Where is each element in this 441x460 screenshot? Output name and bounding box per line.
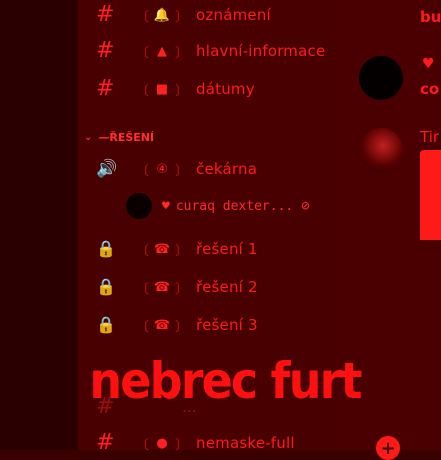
hash-icon: # bbox=[96, 2, 115, 27]
calendar-icon: ■ bbox=[155, 81, 169, 97]
bracket-close-icon: 〕 bbox=[175, 243, 189, 259]
hash-icon: # bbox=[96, 76, 115, 101]
channel-label: dátumy bbox=[196, 80, 255, 98]
channel-label: řešení 3 bbox=[196, 316, 258, 334]
channel-reseni-2[interactable]: 🔒 〔 ☎ 〕 řešení 2 bbox=[96, 272, 258, 302]
overlay-caption: nebrec furt bbox=[89, 352, 362, 410]
alert-icon: ▲ bbox=[157, 43, 168, 59]
bracket-open-icon: 〔 bbox=[136, 243, 150, 259]
bracket-open-icon: 〔 bbox=[136, 9, 150, 25]
channel-datumy[interactable]: # 〔 ■ 〕 dátumy bbox=[96, 74, 255, 104]
channel-label: čekárna bbox=[196, 160, 258, 178]
channel-label: řešení 2 bbox=[196, 278, 258, 296]
bracket-close-icon: 〕 bbox=[175, 163, 189, 179]
phone-icon: ☎ bbox=[153, 279, 171, 295]
category-reseni[interactable]: ⌄ — ŘEŠENÍ bbox=[84, 128, 154, 146]
category-label: ŘEŠENÍ bbox=[109, 130, 155, 144]
bracket-close-icon: 〕 bbox=[175, 45, 189, 61]
bracket-open-icon: 〔 bbox=[136, 281, 150, 297]
bracket-close-icon: 〕 bbox=[175, 281, 189, 297]
add-icon[interactable]: + bbox=[376, 436, 400, 460]
bracket-open-icon: 〔 bbox=[136, 83, 150, 99]
avatar[interactable] bbox=[359, 56, 403, 100]
number-badge-icon: ④ bbox=[156, 161, 168, 177]
channel-hidden-2[interactable]: # 〔 ● 〕 nemaske-full bbox=[96, 428, 295, 458]
speaker-icon: 🔊 bbox=[96, 158, 118, 179]
lock-icon: 🔒 bbox=[96, 315, 116, 334]
bracket-close-icon: 〕 bbox=[175, 319, 189, 335]
lock-icon: 🔒 bbox=[96, 277, 116, 296]
chat-message-text: bu bbox=[420, 8, 441, 26]
channel-label: nemaske-full bbox=[196, 434, 295, 452]
channel-label: řešení 1 bbox=[196, 240, 258, 258]
phone-icon: ☎ bbox=[153, 317, 171, 333]
avatar bbox=[126, 193, 152, 219]
emoji-icon: ● bbox=[156, 435, 168, 451]
heart-icon: ♥ bbox=[162, 198, 170, 214]
bracket-close-icon: 〕 bbox=[175, 83, 189, 99]
chevron-down-icon: ⌄ bbox=[84, 131, 93, 143]
channel-reseni-3[interactable]: 🔒 〔 ☎ 〕 řešení 3 bbox=[96, 310, 258, 340]
channel-reseni-1[interactable]: 🔒 〔 ☎ 〕 řešení 1 bbox=[96, 234, 258, 264]
phone-icon: ☎ bbox=[153, 241, 171, 257]
bracket-open-icon: 〔 bbox=[136, 163, 150, 179]
server-rail bbox=[0, 0, 78, 450]
voice-user-name: curaq dexter... bbox=[175, 198, 294, 214]
category-dash: — bbox=[98, 130, 109, 144]
lock-icon: 🔒 bbox=[96, 239, 116, 258]
hash-icon: # bbox=[96, 38, 115, 63]
bracket-close-icon: 〕 bbox=[175, 9, 189, 25]
voice-channel-cekarna[interactable]: 🔊 〔 ④ 〕 čekárna bbox=[96, 154, 257, 184]
bell-icon: 🔔 bbox=[153, 7, 171, 23]
bracket-open-icon: 〔 bbox=[136, 319, 150, 335]
avatar[interactable] bbox=[359, 128, 403, 172]
bracket-open-icon: 〔 bbox=[136, 45, 150, 61]
muted-icon: ⊘ bbox=[301, 198, 310, 214]
chat-image-attachment[interactable] bbox=[420, 150, 441, 240]
voice-user[interactable]: ♥ curaq dexter... ⊘ bbox=[126, 192, 310, 220]
channel-oznameni[interactable]: # 〔 🔔 〕 oznámení bbox=[96, 0, 271, 30]
channel-label: oznámení bbox=[196, 6, 271, 24]
heart-icon: ♥ bbox=[422, 56, 435, 72]
hash-icon: # bbox=[96, 430, 115, 455]
channel-label: hlavní-informace bbox=[196, 42, 326, 60]
chat-author-name: Tir bbox=[420, 128, 440, 146]
chat-message-text: co bbox=[420, 80, 440, 98]
channel-hlavni-informace[interactable]: # 〔 ▲ 〕 hlavní-informace bbox=[96, 36, 325, 66]
